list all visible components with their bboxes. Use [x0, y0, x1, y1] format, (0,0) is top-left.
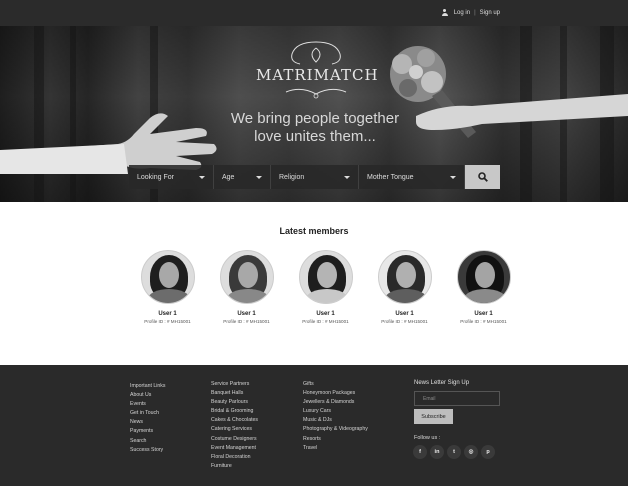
avatar	[140, 250, 195, 304]
footer-link-service[interactable]: Costume Designers	[211, 435, 258, 444]
member-profile-id: Profile ID : # MH15001	[144, 319, 191, 324]
chevron-down-icon	[344, 175, 350, 179]
footer-link-gift[interactable]: Resorts	[303, 435, 368, 444]
login-link[interactable]: Log in	[454, 10, 470, 16]
member-card[interactable]: User 1 Profile ID : # MH15001	[207, 250, 286, 324]
age-label: Age	[222, 173, 235, 181]
search-bar: Looking For Age Religion Mother Tongue	[129, 165, 500, 189]
member-name: User 1	[158, 311, 177, 317]
latest-members-title: Latest members	[279, 226, 349, 236]
follow-us-label: Follow us :	[414, 435, 441, 441]
member-profile-id: Profile ID : # MH15001	[223, 319, 270, 324]
footer-link-service[interactable]: Banquet Halls	[211, 389, 258, 398]
avatar	[377, 250, 432, 304]
newsletter-title: News Letter Sign Up	[414, 380, 470, 386]
footer-link-about-us[interactable]: About Us	[130, 391, 165, 400]
member-name: User 1	[395, 311, 414, 317]
avatar	[298, 250, 353, 304]
chevron-down-icon	[199, 175, 205, 179]
footer-link-service[interactable]: Bridal & Grooming	[211, 407, 258, 416]
footer-link-gift[interactable]: Jewellers & Diamonds	[303, 398, 368, 407]
hero-banner: MATRIMATCH We bring people together love…	[0, 26, 628, 202]
footer-link-get-in-touch[interactable]: Get in Touch	[130, 409, 165, 418]
member-name: User 1	[237, 311, 256, 317]
footer-link-service[interactable]: Event Management	[211, 444, 258, 453]
twitter-icon[interactable]: t	[447, 445, 461, 459]
footer-link-success-story[interactable]: Success Story	[130, 446, 165, 455]
user-icon	[441, 9, 448, 16]
tagline-line-1: We bring people together	[230, 110, 400, 127]
member-card[interactable]: User 1 Profile ID : # MH15001	[365, 250, 444, 324]
social-links: f in t ◎ p	[413, 445, 495, 459]
logo-text: MATRIMATCH	[256, 66, 379, 84]
member-profile-id: Profile ID : # MH15001	[460, 319, 507, 324]
search-button[interactable]	[465, 165, 500, 189]
avatar	[219, 250, 274, 304]
age-select[interactable]: Age	[214, 165, 271, 189]
footer-gifts-column: Gifts Honeymoon Packages Jewellers & Dia…	[303, 380, 368, 453]
newsletter-email-input[interactable]	[414, 391, 500, 406]
religion-label: Religion	[279, 173, 305, 181]
member-name: User 1	[316, 311, 335, 317]
members-list: User 1 Profile ID : # MH15001 User 1 Pro…	[128, 250, 523, 324]
member-card[interactable]: User 1 Profile ID : # MH15001	[286, 250, 365, 324]
subscribe-button[interactable]: Subscribe	[414, 409, 453, 424]
footer-link-service[interactable]: Furniture	[211, 462, 258, 471]
member-card[interactable]: User 1 Profile ID : # MH15001	[128, 250, 207, 324]
member-card[interactable]: User 1 Profile ID : # MH15001	[444, 250, 523, 324]
footer: Important Links About Us Events Get in T…	[0, 365, 628, 486]
facebook-icon[interactable]: f	[413, 445, 427, 459]
footer-heading-important-links: Important Links	[130, 383, 166, 389]
member-name: User 1	[474, 311, 493, 317]
linkedin-icon[interactable]: in	[430, 445, 444, 459]
footer-link-service[interactable]: Catering Services	[211, 425, 258, 434]
mother-tongue-select[interactable]: Mother Tongue	[359, 165, 465, 189]
chevron-down-icon	[256, 175, 262, 179]
auth-separator: |	[474, 9, 476, 16]
footer-services-column: Service Partners Banquet Halls Beauty Pa…	[211, 380, 258, 471]
footer-heading-service-partners: Service Partners	[211, 381, 250, 387]
pinterest-icon[interactable]: p	[481, 445, 495, 459]
footer-link-events[interactable]: Events	[130, 400, 165, 409]
footer-link-gift[interactable]: Travel	[303, 444, 368, 453]
footer-link-service[interactable]: Cakes & Chocolates	[211, 416, 258, 425]
search-icon	[477, 172, 488, 182]
footer-link-gift[interactable]: Luxury Cars	[303, 407, 368, 416]
top-bar: Log in | Sign up	[0, 0, 628, 26]
mother-tongue-label: Mother Tongue	[367, 173, 414, 181]
member-profile-id: Profile ID : # MH15001	[381, 319, 428, 324]
footer-link-gift[interactable]: Honeymoon Packages	[303, 389, 368, 398]
avatar	[456, 250, 511, 304]
footer-link-news[interactable]: News	[130, 418, 165, 427]
footer-link-gifts[interactable]: Gifts	[303, 380, 368, 389]
tagline-line-2: love unites them...	[254, 128, 376, 145]
footer-link-search[interactable]: Search	[130, 437, 165, 446]
footer-links-column: Important Links About Us Events Get in T…	[130, 382, 165, 455]
matrimatch-logo: MATRIMATCH	[256, 38, 379, 102]
footer-link-gift[interactable]: Photography & Videography	[303, 425, 368, 434]
religion-select[interactable]: Religion	[271, 165, 359, 189]
hero-tagline: We bring people together love unites the…	[200, 110, 430, 146]
chevron-down-icon	[450, 175, 456, 179]
footer-link-gift[interactable]: Music & DJs	[303, 416, 368, 425]
dribbble-icon[interactable]: ◎	[464, 445, 478, 459]
auth-links: Log in | Sign up	[441, 9, 500, 16]
looking-for-select[interactable]: Looking For	[129, 165, 214, 189]
groom-hand-image	[0, 113, 217, 174]
footer-link-service[interactable]: Beauty Parlours	[211, 398, 258, 407]
looking-for-label: Looking For	[137, 173, 174, 181]
member-profile-id: Profile ID : # MH15001	[302, 319, 349, 324]
footer-link-payments[interactable]: Payments	[130, 427, 165, 436]
signup-link[interactable]: Sign up	[480, 10, 500, 16]
footer-link-service[interactable]: Floral Decoration	[211, 453, 258, 462]
